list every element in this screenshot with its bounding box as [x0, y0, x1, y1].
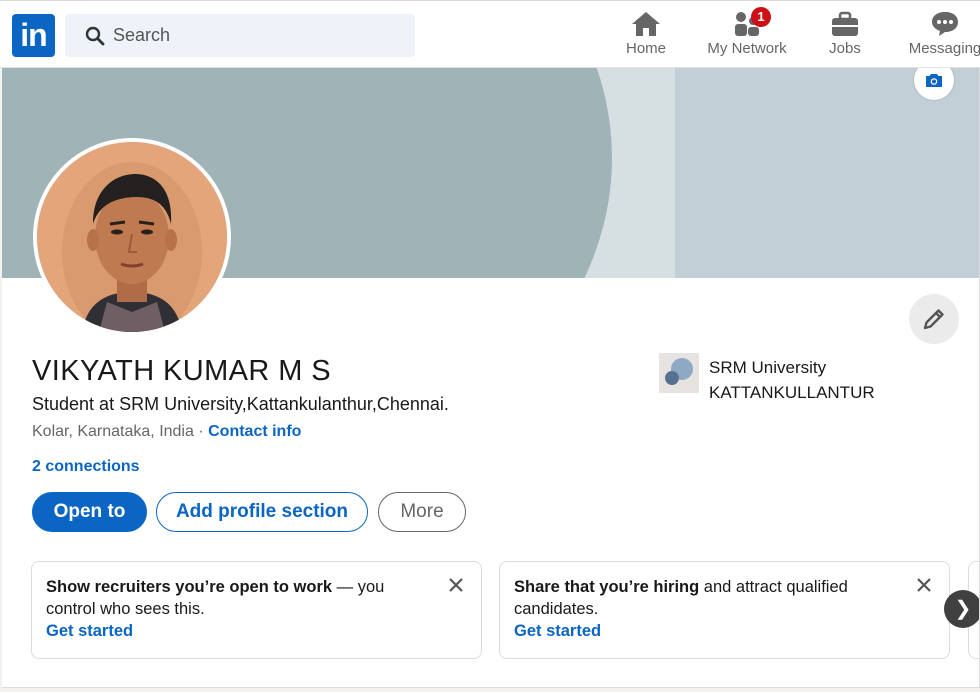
profile-photo-image: [37, 142, 227, 332]
contact-info-link[interactable]: Contact info: [208, 423, 301, 440]
camera-icon: [926, 74, 942, 87]
person-portrait: [37, 142, 227, 332]
profile-location: Kolar, Karnataka, India: [32, 423, 194, 440]
briefcase-icon: [832, 11, 858, 36]
more-button[interactable]: More: [378, 492, 466, 532]
nav-my-network-label: My Network: [707, 40, 787, 57]
profile-card: VIKYATH KUMAR M S Student at SRM Univers…: [2, 68, 980, 688]
pencil-icon: [923, 309, 944, 330]
notification-badge: 1: [751, 7, 771, 27]
carousel-next-button[interactable]: ❯: [944, 590, 979, 628]
get-started-link[interactable]: Get started: [46, 620, 467, 642]
get-started-link[interactable]: Get started: [514, 620, 935, 642]
location-separator: ·: [193, 423, 209, 440]
nav-my-network[interactable]: 1 My Network: [699, 7, 795, 61]
school-text: SRM University KATTANKULLANTUR: [709, 355, 875, 405]
profile-photo[interactable]: [33, 138, 231, 336]
hiring-promo: Share that you’re hiring and attract qua…: [499, 561, 950, 659]
home-icon: [632, 12, 660, 36]
search-input[interactable]: [113, 14, 403, 57]
nav-home[interactable]: Home: [606, 9, 686, 61]
nav-jobs-label: Jobs: [829, 40, 861, 57]
education-summary[interactable]: SRM University KATTANKULLANTUR: [659, 353, 959, 403]
open-to-work-promo: Show recruiters you’re open to work — yo…: [31, 561, 482, 659]
search-bar[interactable]: [65, 14, 415, 57]
promo-text: Show recruiters you’re open to work — yo…: [46, 576, 436, 620]
close-icon[interactable]: [447, 576, 465, 594]
top-nav-bar: in Home 1 My Network: [0, 0, 980, 68]
search-icon: [85, 26, 105, 46]
connections-link[interactable]: 2 connections: [32, 458, 140, 476]
nav-messaging[interactable]: Messaging: [905, 9, 980, 61]
profile-location-line: Kolar, Karnataka, India · Contact info: [32, 423, 301, 441]
edit-intro-button[interactable]: [909, 294, 959, 344]
school-logo: [659, 353, 699, 393]
add-profile-section-button[interactable]: Add profile section: [156, 492, 368, 532]
school-location: KATTANKULLANTUR: [709, 383, 875, 402]
promo-title: Show recruiters you’re open to work: [46, 578, 333, 596]
nav-jobs[interactable]: Jobs: [805, 9, 885, 61]
school-name: SRM University: [709, 358, 827, 377]
chat-icon: [932, 12, 958, 36]
profile-name: VIKYATH KUMAR M S: [32, 355, 331, 387]
school-placeholder-icon: [665, 358, 693, 385]
linkedin-logo[interactable]: in: [12, 14, 55, 57]
nav-home-label: Home: [625, 40, 666, 57]
promo-title: Share that you’re hiring: [514, 578, 700, 596]
close-icon[interactable]: [915, 576, 933, 594]
open-to-button[interactable]: Open to: [32, 492, 147, 532]
profile-headline: Student at SRM University,Kattankulanthu…: [32, 394, 449, 414]
promo-text: Share that you’re hiring and attract qua…: [514, 576, 904, 620]
nav-messaging-label: Messaging: [908, 40, 980, 57]
